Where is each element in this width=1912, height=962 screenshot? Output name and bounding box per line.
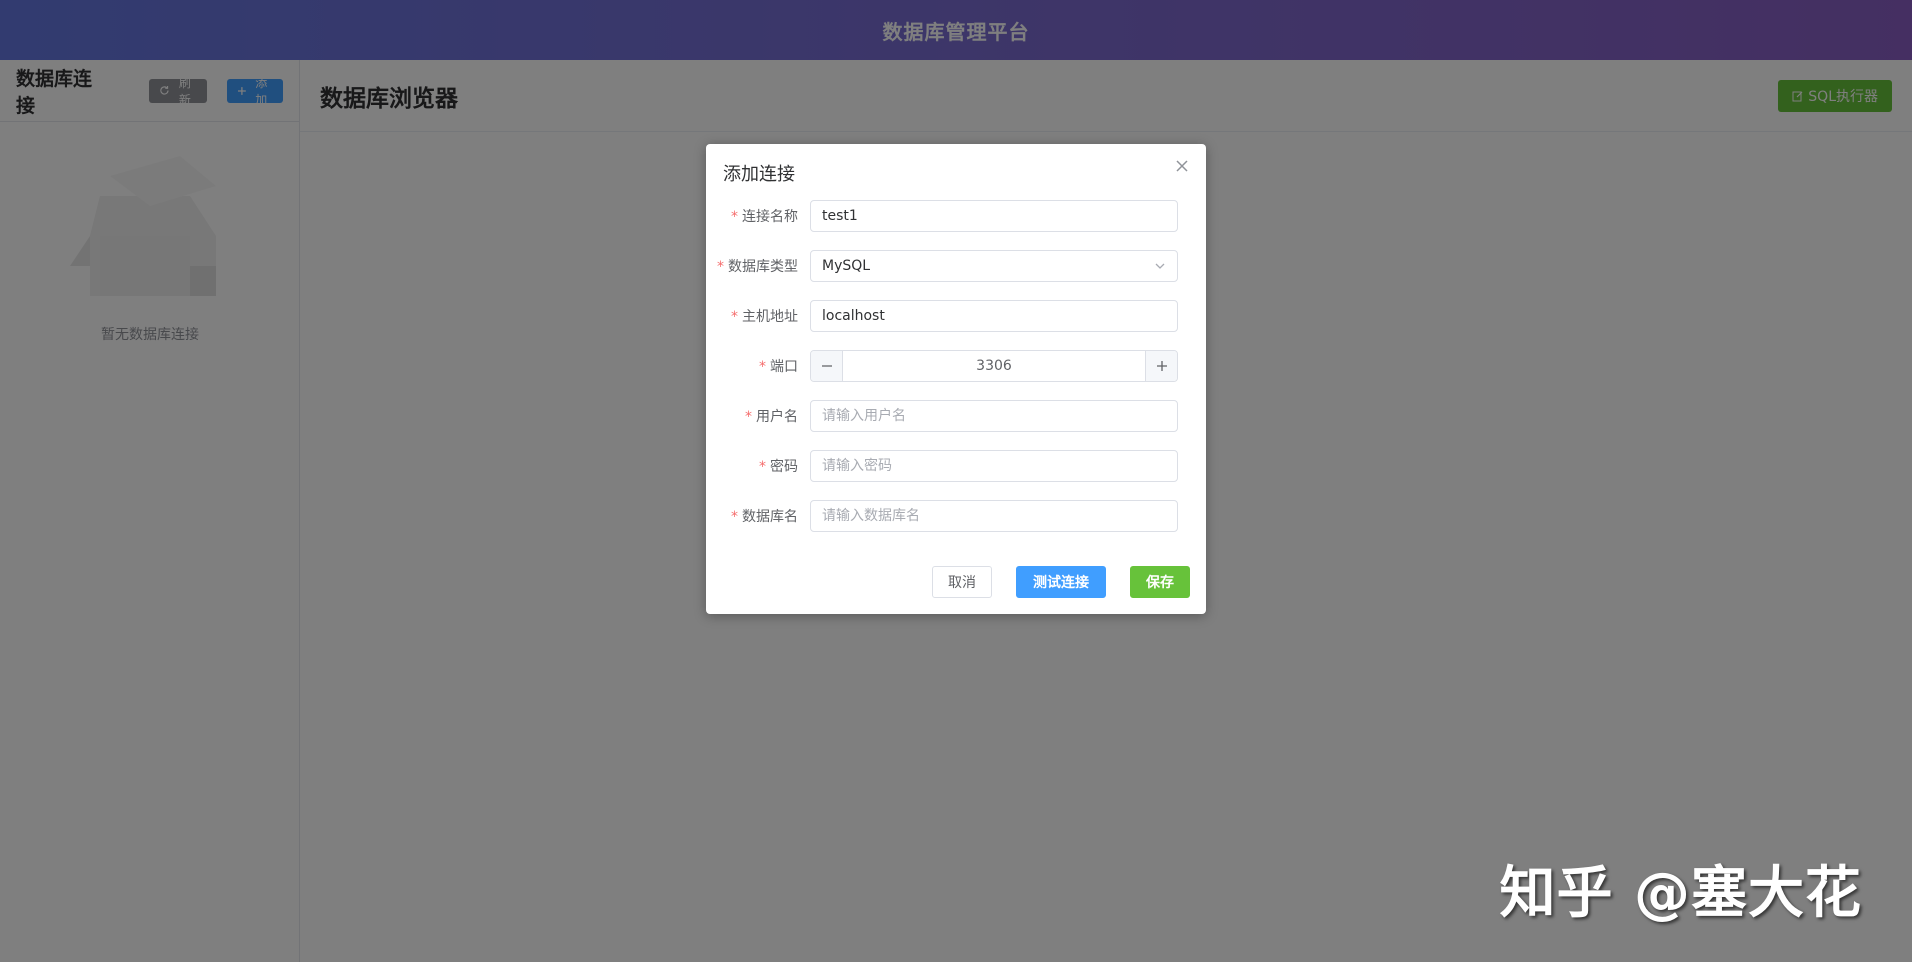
password-label: * 密码 (759, 459, 798, 475)
host-input[interactable] (810, 300, 1178, 332)
port-stepper: 3306 (810, 350, 1178, 382)
cancel-button[interactable]: 取消 (932, 566, 992, 598)
form-row-db-type: * 数据库类型 MySQL (706, 250, 1206, 282)
form-row-database: * 数据库名 (706, 500, 1206, 532)
form-row-host: * 主机地址 (706, 300, 1206, 332)
minus-icon (821, 365, 832, 367)
username-label: * 用户名 (745, 409, 798, 425)
password-input[interactable] (810, 450, 1178, 482)
database-label: * 数据库名 (731, 509, 798, 525)
name-label: * 连接名称 (731, 209, 798, 225)
dialog-footer: 取消 测试连接 保存 (932, 566, 1190, 598)
port-label: * 端口 (759, 359, 798, 375)
database-input[interactable] (810, 500, 1178, 532)
connection-name-input[interactable] (810, 200, 1178, 232)
form-row-port: * 端口 3306 (706, 350, 1206, 382)
add-connection-dialog: 添加连接 *连接名称 *数据库类型 MySQL *主机地址 *端口 3306 (706, 144, 1206, 614)
form-row-username: * 用户名 (706, 400, 1206, 432)
username-input[interactable] (810, 400, 1178, 432)
plus-icon (1156, 361, 1167, 371)
host-label: * 主机地址 (731, 309, 798, 325)
form-row-name: * 连接名称 (706, 200, 1206, 232)
chevron-down-icon (1155, 263, 1165, 269)
save-button[interactable]: 保存 (1130, 566, 1190, 598)
watermark: 知乎 @塞大花 (1499, 861, 1862, 926)
dialog-title: 添加连接 (723, 164, 795, 185)
db-type-selected-value: MySQL (822, 258, 871, 274)
port-value[interactable]: 3306 (843, 351, 1145, 381)
db-type-select[interactable]: MySQL (810, 250, 1178, 282)
port-decrease-button[interactable] (811, 351, 843, 381)
db-type-label: * 数据库类型 (717, 259, 798, 275)
test-connection-button[interactable]: 测试连接 (1016, 566, 1106, 598)
form-row-password: * 密码 (706, 450, 1206, 482)
close-icon[interactable] (1172, 156, 1192, 176)
port-increase-button[interactable] (1145, 351, 1177, 381)
